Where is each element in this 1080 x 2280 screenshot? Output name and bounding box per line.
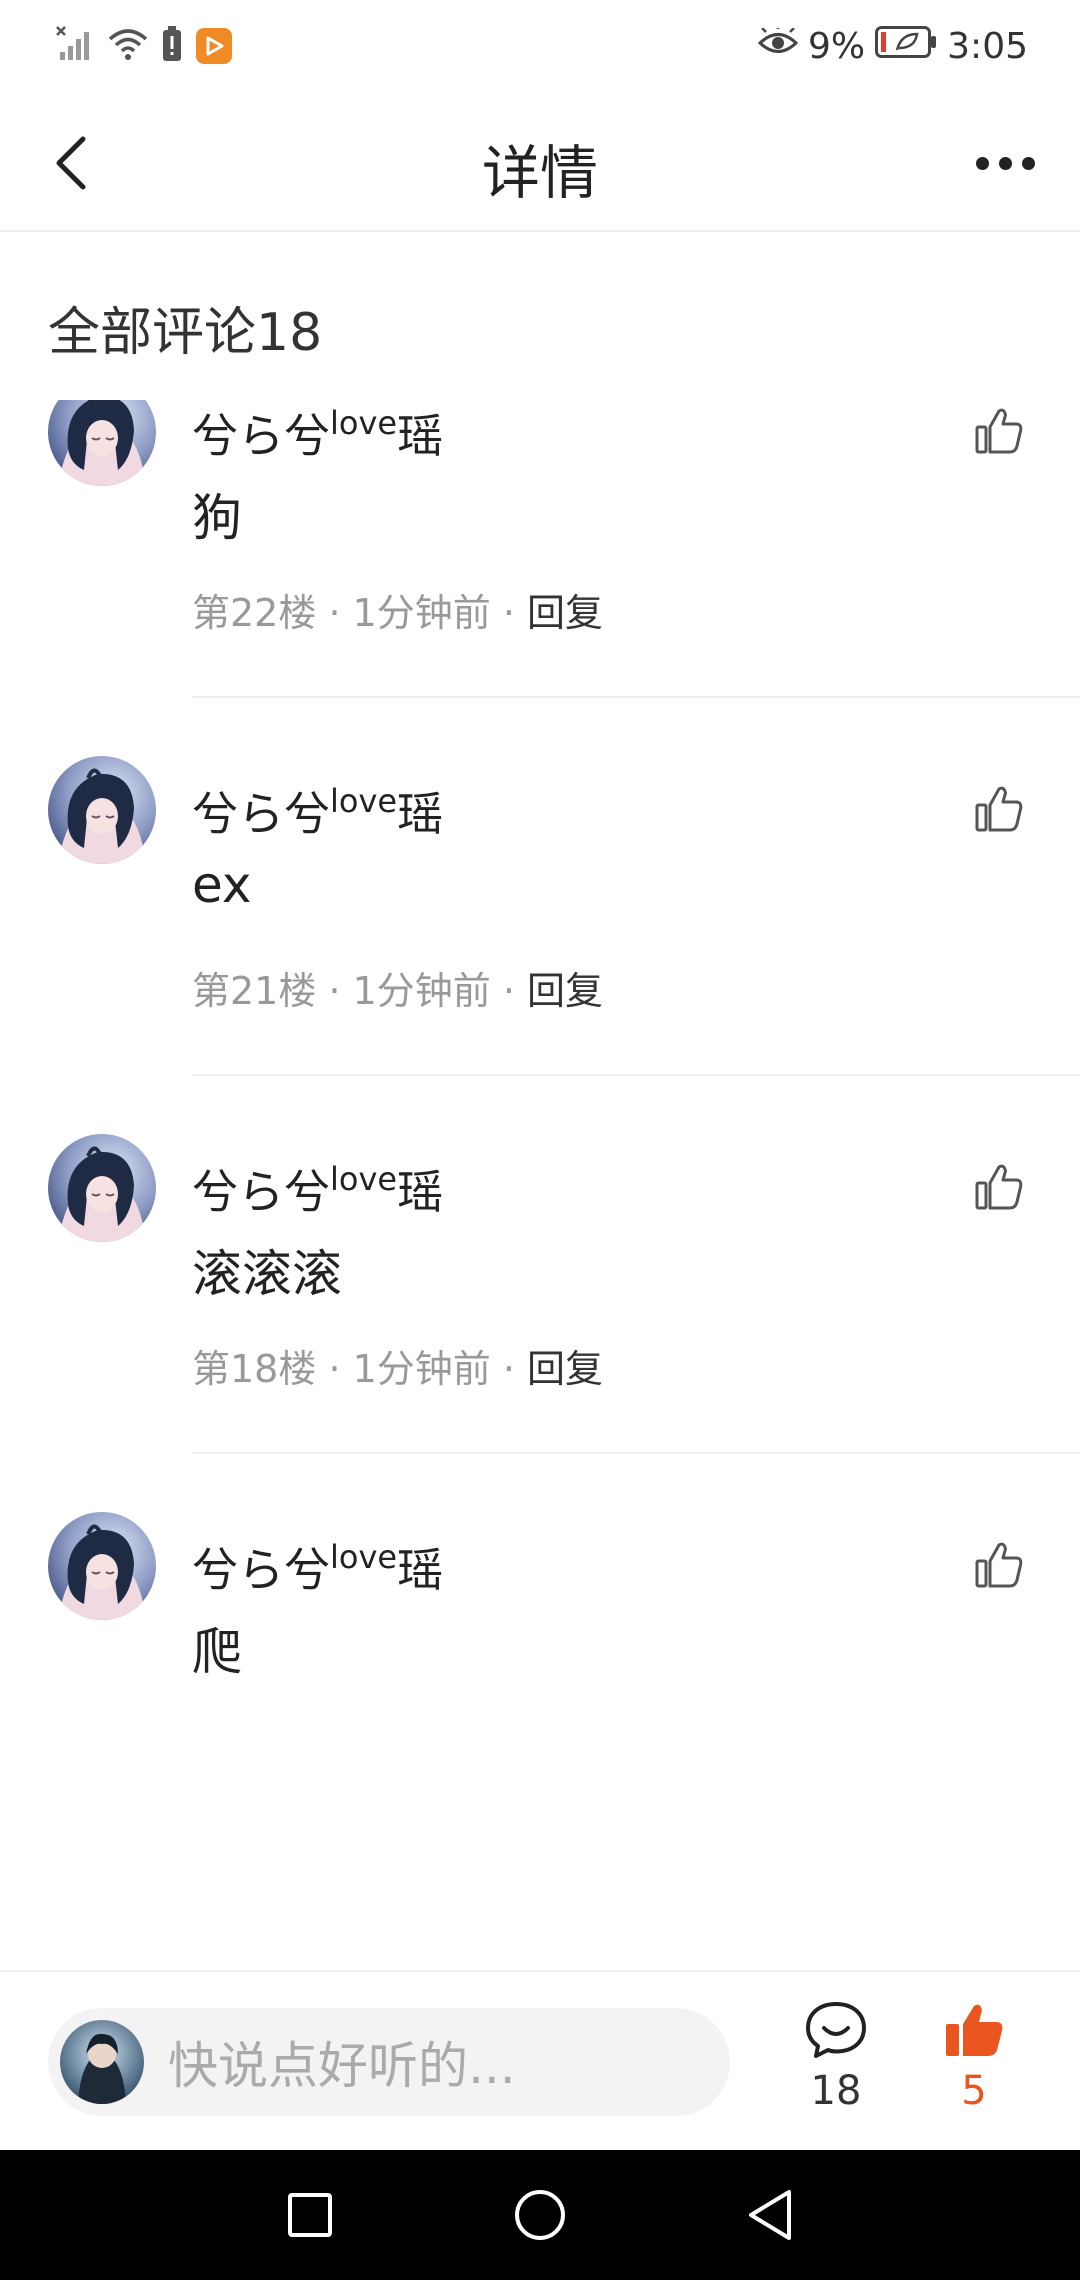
meta-separator: · <box>490 1347 528 1391</box>
battery-low-icon <box>875 25 937 67</box>
comment-item: 兮ら兮love瑶 滚滚滚 第18楼 · 1分钟前 · 回复 <box>0 1134 1080 1512</box>
comment-content: 狗 <box>192 489 242 547</box>
user-avatar[interactable] <box>48 1134 156 1242</box>
meta-separator: · <box>316 591 353 635</box>
comment-like-button[interactable] <box>966 776 1032 842</box>
comment-floor: 第21楼 <box>192 969 317 1013</box>
circle-icon <box>515 2190 565 2240</box>
comment-input[interactable]: 快说点好听的... <box>48 2008 730 2116</box>
comment-content: 滚滚滚 <box>192 1245 342 1303</box>
reply-button[interactable]: 回复 <box>527 969 603 1013</box>
bottom-comment-bar: 快说点好听的... 18 5 <box>0 1970 1080 2150</box>
user-avatar[interactable] <box>48 1512 156 1620</box>
anime-avatar-image <box>48 1512 156 1620</box>
username-tail: 瑶 <box>397 1165 444 1219</box>
comment-divider <box>192 1452 1080 1454</box>
comment-meta: 第22楼 · 1分钟前 · 回复 <box>192 582 603 637</box>
anime-avatar-image <box>48 1134 156 1242</box>
username-main: 兮ら兮 <box>192 1543 330 1597</box>
eye-icon <box>757 24 799 67</box>
comment-username[interactable]: 兮ら兮love瑶 <box>192 1156 443 1222</box>
thumbs-up-filled-icon <box>946 2004 1003 2056</box>
comment-divider <box>192 1074 1080 1076</box>
home-button[interactable] <box>500 2175 580 2255</box>
meta-separator: · <box>316 969 353 1013</box>
username-tail: 瑶 <box>397 1543 444 1597</box>
username-tail: 瑶 <box>397 787 444 841</box>
comment-floor: 第18楼 <box>192 1347 317 1391</box>
thumbs-up-outline-icon <box>975 1542 1023 1588</box>
comment-content: ex <box>192 856 252 914</box>
system-nav-bar <box>0 2150 1080 2280</box>
thumbs-up-outline-icon <box>975 786 1023 832</box>
reply-button[interactable]: 回复 <box>527 1347 603 1391</box>
comment-item: 兮ら兮love瑶 爬 <box>0 1512 1080 1890</box>
my-avatar <box>60 2020 144 2104</box>
username-tail: 瑶 <box>397 409 444 463</box>
clock-time: 3:05 <box>947 25 1028 67</box>
comment-username[interactable]: 兮ら兮love瑶 <box>192 1534 443 1600</box>
comment-time: 1分钟前 <box>352 969 491 1013</box>
comment-like-button[interactable] <box>966 400 1032 464</box>
comment-list[interactable]: 兮ら兮love瑶 狗 第23楼 · 1分钟前 · 回复 兮ら兮love瑶 狗 第… <box>0 400 1080 1970</box>
comment-meta: 第21楼 · 1分钟前 · 回复 <box>192 960 603 1015</box>
anime-avatar-image <box>48 400 156 486</box>
status-bar: 9% 3:05 <box>0 0 1080 92</box>
comment-username[interactable]: 兮ら兮love瑶 <box>192 778 443 844</box>
comment-item: 兮ら兮love瑶 ex 第21楼 · 1分钟前 · 回复 <box>0 756 1080 1134</box>
recents-button[interactable] <box>270 2175 350 2255</box>
username-main: 兮ら兮 <box>192 787 330 841</box>
username-superscript: love <box>330 1538 398 1576</box>
comment-meta: 第18楼 · 1分钟前 · 回复 <box>192 1338 603 1393</box>
comment-like-button[interactable] <box>966 1154 1032 1220</box>
comment-time: 1分钟前 <box>352 1347 491 1391</box>
comment-bubble-icon <box>806 2002 866 2058</box>
comment-username[interactable]: 兮ら兮love瑶 <box>192 400 443 466</box>
square-icon <box>288 2193 332 2237</box>
thumbs-up-outline-icon <box>975 408 1023 454</box>
page-title: 详情 <box>481 139 598 207</box>
anime-avatar-image <box>48 756 156 864</box>
username-superscript: love <box>330 782 398 820</box>
more-dot-icon <box>1021 156 1035 170</box>
comment-floor: 第22楼 <box>192 591 317 635</box>
comments-section-title: 全部评论18 <box>48 303 323 363</box>
username-main: 兮ら兮 <box>192 1165 330 1219</box>
comment-input-placeholder: 快说点好听的... <box>168 2037 516 2095</box>
username-superscript: love <box>330 1160 398 1198</box>
status-left <box>56 26 232 66</box>
battery-alert-icon <box>162 26 182 66</box>
comment-content: 爬 <box>192 1623 242 1681</box>
comment-count: 18 <box>810 2068 862 2114</box>
comment-count-button[interactable]: 18 <box>786 2000 886 2114</box>
more-dot-icon <box>975 156 989 170</box>
meta-separator: · <box>490 591 528 635</box>
more-dot-icon <box>998 156 1012 170</box>
like-count-button[interactable]: 5 <box>924 2000 1024 2114</box>
more-options-button[interactable] <box>960 128 1050 198</box>
comment-time: 1分钟前 <box>352 591 491 635</box>
no-signal-icon <box>56 26 94 66</box>
reply-button[interactable]: 回复 <box>527 591 603 635</box>
status-right: 9% 3:05 <box>757 24 1028 67</box>
like-count: 5 <box>961 2068 987 2114</box>
system-back-button[interactable] <box>730 2175 810 2255</box>
comment-like-button[interactable] <box>966 1532 1032 1598</box>
user-avatar[interactable] <box>48 400 156 486</box>
meta-separator: · <box>316 1347 353 1391</box>
top-app-bar: 详情 <box>0 92 1080 232</box>
username-main: 兮ら兮 <box>192 409 330 463</box>
wifi-icon <box>108 27 148 65</box>
triangle-back-icon <box>749 2190 791 2240</box>
meta-separator: · <box>490 969 528 1013</box>
comment-divider <box>192 696 1080 698</box>
battery-percent: 9% <box>808 25 866 67</box>
user-avatar[interactable] <box>48 756 156 864</box>
username-superscript: love <box>330 404 398 442</box>
thumbs-up-outline-icon <box>975 1164 1023 1210</box>
comment-item: 兮ら兮love瑶 狗 第22楼 · 1分钟前 · 回复 <box>0 400 1080 756</box>
app-play-icon <box>196 28 232 64</box>
